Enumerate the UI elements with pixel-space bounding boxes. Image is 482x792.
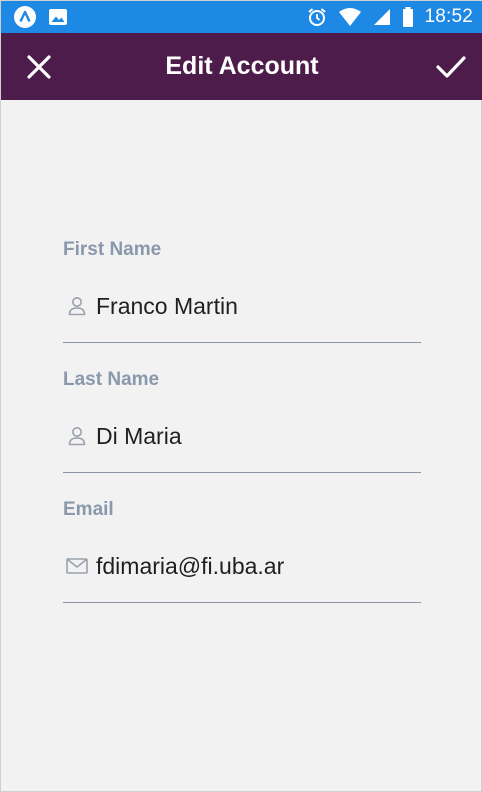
first-name-field: First Name bbox=[63, 239, 421, 369]
person-icon bbox=[66, 425, 88, 447]
app-a-icon bbox=[13, 5, 37, 29]
last-name-input[interactable] bbox=[96, 422, 421, 450]
image-icon bbox=[47, 6, 69, 28]
close-button[interactable] bbox=[21, 49, 57, 85]
save-button[interactable] bbox=[433, 49, 469, 85]
page-title: Edit Account bbox=[165, 52, 319, 80]
close-icon bbox=[26, 54, 52, 80]
signal-icon bbox=[372, 7, 392, 27]
email-field: Email bbox=[63, 499, 421, 629]
status-time: 18:52 bbox=[424, 6, 473, 27]
alarm-icon bbox=[306, 6, 328, 28]
email-input[interactable] bbox=[96, 552, 421, 580]
first-name-row bbox=[63, 284, 421, 343]
status-right-icons: 18:52 bbox=[296, 6, 473, 28]
edit-account-form: First Name Last Name Email bbox=[63, 239, 421, 629]
last-name-field: Last Name bbox=[63, 369, 421, 499]
check-icon bbox=[435, 54, 467, 80]
first-name-input[interactable] bbox=[96, 292, 421, 320]
last-name-row bbox=[63, 414, 421, 473]
mail-icon bbox=[66, 555, 88, 577]
email-row bbox=[63, 544, 421, 603]
battery-icon bbox=[402, 6, 414, 28]
status-bar: 18:52 bbox=[1, 1, 482, 33]
status-left-icons bbox=[13, 5, 79, 29]
email-label: Email bbox=[63, 499, 114, 520]
app-bar: Edit Account bbox=[1, 33, 482, 100]
person-icon bbox=[66, 295, 88, 317]
last-name-label: Last Name bbox=[63, 369, 160, 390]
wifi-icon bbox=[338, 7, 362, 27]
first-name-label: First Name bbox=[63, 239, 162, 260]
